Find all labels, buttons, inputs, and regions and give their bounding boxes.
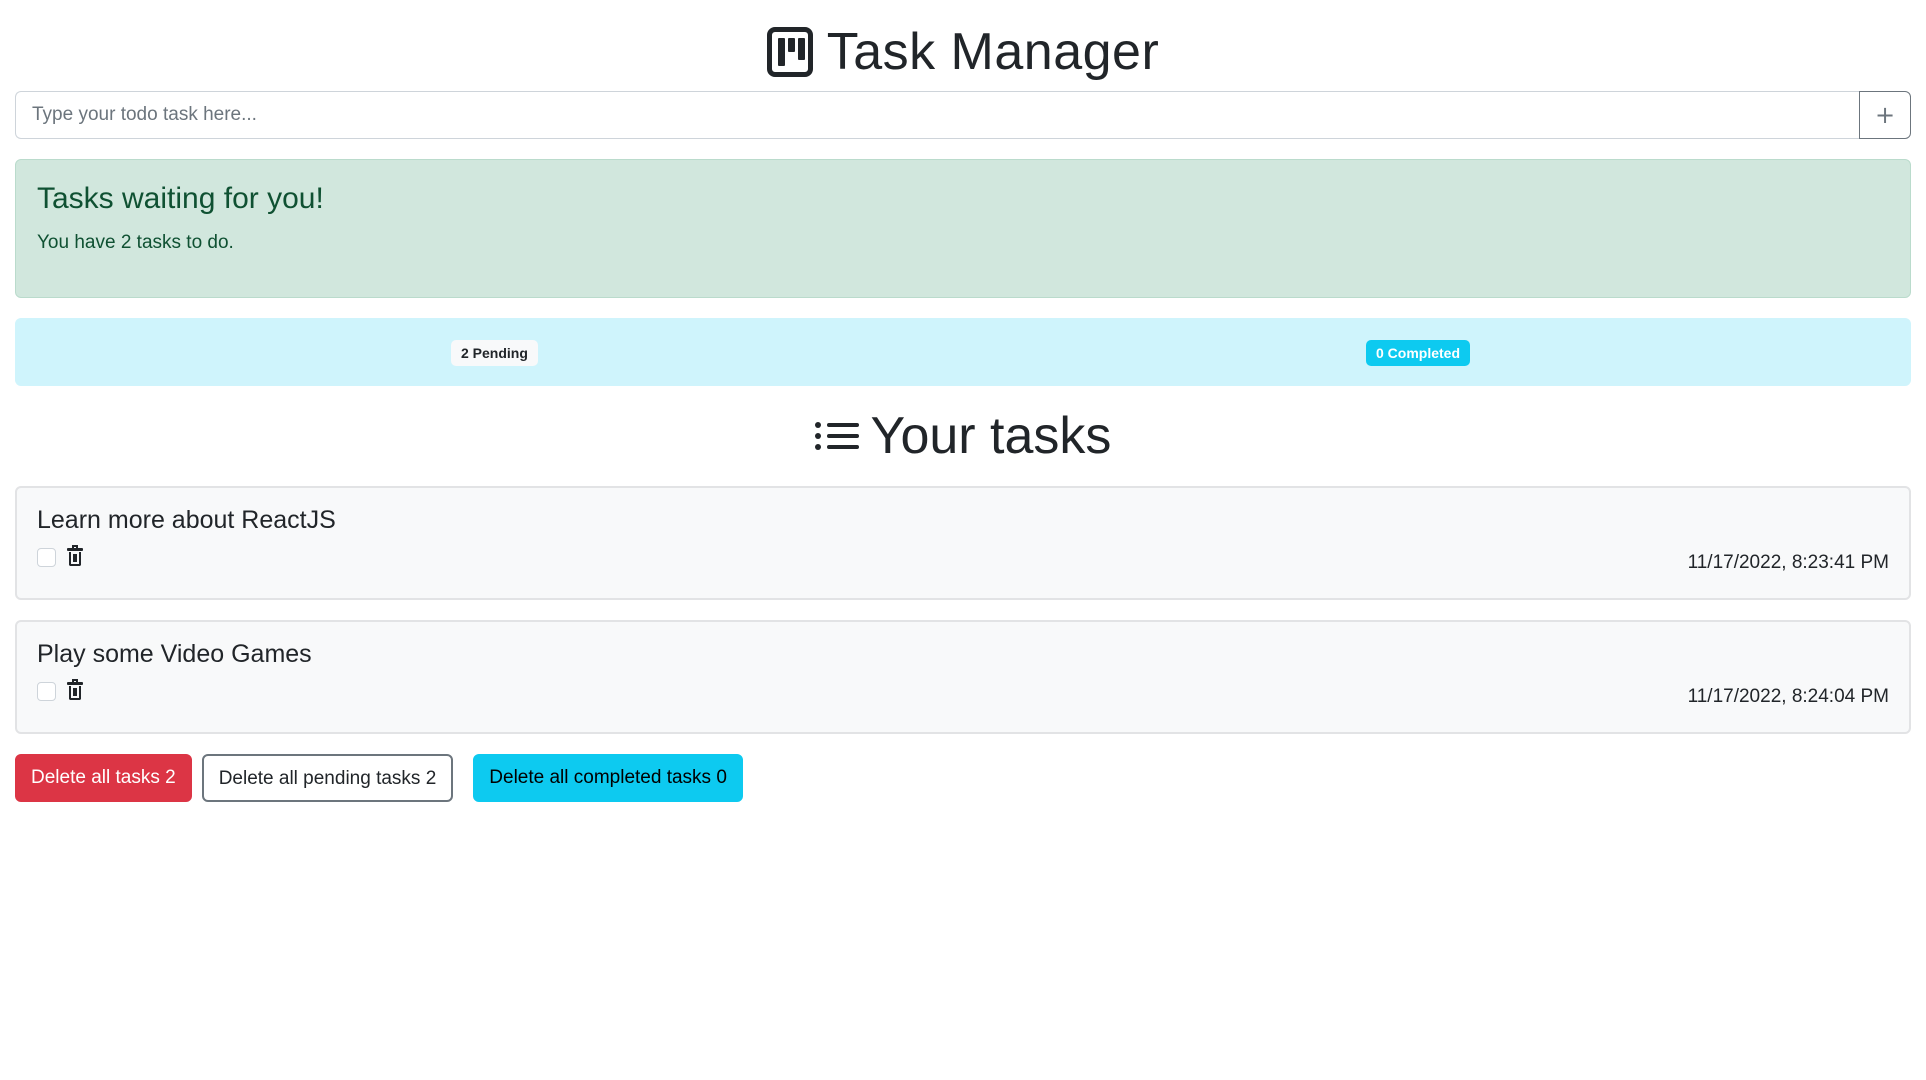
task-controls — [37, 545, 1889, 567]
task-controls — [37, 679, 1889, 701]
task-name: Learn more about ReactJS — [37, 506, 336, 534]
task-manager-page: Task Manager + Tasks waiting for you! Yo… — [0, 0, 1926, 1080]
task-timestamp: 11/17/2022, 8:23:41 PM — [1687, 552, 1889, 573]
tasks-alert: Tasks waiting for you! You have 2 tasks … — [15, 159, 1911, 298]
delete-completed-tasks-button[interactable]: Delete all completed tasks 0 — [473, 754, 743, 802]
completed-badge: 0 Completed — [1366, 340, 1471, 366]
app-title: Task Manager — [826, 23, 1160, 81]
task-card: Learn more about ReactJS 11/17/2022, 8:2… — [15, 486, 1911, 600]
trash-icon[interactable] — [67, 545, 83, 567]
app-header: Task Manager — [15, 0, 1911, 102]
tasks-heading: Your tasks — [15, 386, 1911, 486]
task-card: Play some Video Games 11/17/2022, 8:24:0… — [15, 620, 1911, 734]
status-bar: 2 Pending 0 Completed — [15, 318, 1911, 386]
list-icon — [814, 418, 859, 454]
bulk-actions: Delete all tasks 2 Delete all pending ta… — [15, 754, 1911, 802]
pending-badge: 2 Pending — [451, 340, 538, 366]
task-name: Play some Video Games — [37, 640, 312, 668]
task-complete-checkbox[interactable] — [37, 681, 56, 701]
task-timestamp: 11/17/2022, 8:24:04 PM — [1687, 686, 1889, 707]
task-complete-checkbox[interactable] — [37, 547, 56, 567]
trash-icon[interactable] — [67, 679, 83, 701]
task-input[interactable] — [15, 91, 1859, 139]
delete-pending-tasks-button[interactable]: Delete all pending tasks 2 — [201, 754, 454, 802]
tasks-title: Your tasks — [870, 407, 1112, 465]
delete-all-tasks-button[interactable]: Delete all tasks 2 — [15, 754, 192, 802]
alert-text: You have 2 tasks to do. — [37, 232, 234, 253]
add-task-form: + — [15, 91, 1911, 139]
alert-heading: Tasks waiting for you! — [37, 182, 324, 215]
add-task-button[interactable]: + — [1859, 91, 1911, 139]
kanban-icon — [766, 27, 813, 77]
